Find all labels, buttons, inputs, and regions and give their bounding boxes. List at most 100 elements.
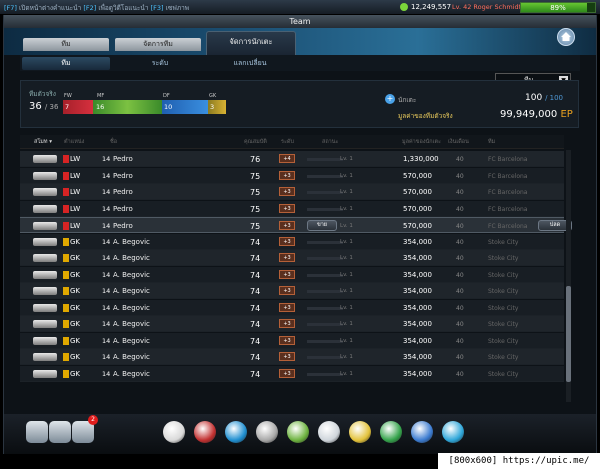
player-salary: 40 bbox=[456, 271, 464, 279]
tab-player-management[interactable]: จัดการนักเตะ bbox=[206, 31, 296, 55]
player-position: LW bbox=[70, 188, 81, 196]
whistle-icon[interactable] bbox=[163, 421, 185, 443]
jersey-icon[interactable] bbox=[411, 421, 433, 443]
table-row[interactable]: GK 14 A. Begovic 74 +3 Lv. 1 354,000 40 Stoke Ci… bbox=[20, 283, 564, 299]
df-label: DF bbox=[163, 93, 170, 99]
player-level: Lv. 1 bbox=[340, 304, 353, 311]
boots-icon[interactable] bbox=[225, 421, 247, 443]
position-color-marker bbox=[63, 303, 69, 312]
table-row[interactable]: LW 14 Pedro 75 +3 ขาย Lv. 1 570,000 40 FC Barcelo… bbox=[20, 217, 572, 233]
ball-icon[interactable] bbox=[194, 421, 216, 443]
status-bar bbox=[307, 339, 343, 343]
player-club: FC Barcelona bbox=[488, 223, 528, 230]
position-color-marker bbox=[63, 188, 69, 196]
col-salary[interactable]: เงินเดือน bbox=[448, 138, 469, 146]
tab-team[interactable]: ทีม bbox=[23, 38, 109, 51]
shop-cart-icon[interactable] bbox=[442, 421, 464, 443]
player-position: LW bbox=[70, 171, 81, 180]
row-action-button[interactable] bbox=[33, 222, 57, 230]
player-level: Lv. 1 bbox=[340, 288, 353, 294]
row-action-button[interactable] bbox=[33, 155, 57, 163]
player-ovr: 74 bbox=[250, 254, 261, 263]
upgrade-grade-badge: +3 bbox=[279, 236, 295, 246]
col-price[interactable]: มูลค่าของนักเตะ bbox=[402, 138, 441, 146]
status-bar bbox=[307, 356, 343, 359]
table-row[interactable]: GK 14 A. Begovic 74 +3 Lv. 1 354,000 40 Stoke Ci… bbox=[20, 266, 564, 283]
hint-text-1: เปิดหน้าต่างคำแนะนำ bbox=[19, 4, 82, 12]
add-capacity-button[interactable]: + bbox=[385, 94, 395, 104]
subtab-team[interactable]: ทีม bbox=[22, 57, 110, 70]
table-row[interactable]: LW 14 Pedro 75 +3 Lv. 1 570,000 40 FC Barcelona bbox=[20, 167, 564, 184]
tab-team-management[interactable]: จัดการทีม bbox=[115, 38, 201, 51]
table-row[interactable]: GK 14 A. Begovic 74 +3 Lv. 1 354,000 40 Stoke Ci… bbox=[20, 250, 564, 266]
table-row[interactable]: LW 14 Pedro 75 +3 Lv. 1 570,000 40 FC Barcelona bbox=[20, 200, 564, 217]
player-name: Pedro bbox=[113, 155, 133, 163]
player-position: GK bbox=[70, 254, 81, 262]
subtab-level[interactable]: ระดับ bbox=[116, 57, 204, 70]
position-color-marker bbox=[63, 254, 69, 262]
document-icon[interactable] bbox=[318, 421, 340, 443]
row-action-button[interactable] bbox=[33, 320, 57, 328]
table-row[interactable]: GK 14 A. Begovic 74 +3 Lv. 1 354,000 40 Stoke Ci… bbox=[20, 299, 564, 316]
table-row[interactable]: GK 14 A. Begovic 74 +3 Lv. 1 354,000 40 Stoke Ci… bbox=[20, 233, 564, 250]
cards-icon[interactable] bbox=[49, 421, 71, 443]
coin-bag-icon[interactable] bbox=[349, 421, 371, 443]
level-up-icon[interactable] bbox=[287, 421, 309, 443]
status-bar bbox=[307, 306, 343, 310]
table-row[interactable]: GK 14 A. Begovic 74 +3 Lv. 1 354,000 40 Stoke Ci… bbox=[20, 349, 564, 365]
table-row[interactable]: LW 14 Pedro 76 +4 Lv. 1 1,330,000 40 FC Barcelon… bbox=[20, 151, 564, 167]
row-action-button[interactable] bbox=[33, 237, 57, 246]
upgrade-grade-badge: +3 bbox=[279, 352, 295, 361]
row-action-button[interactable] bbox=[33, 287, 57, 295]
sell-button[interactable]: ขาย bbox=[307, 220, 337, 231]
scrollbar-thumb[interactable] bbox=[566, 286, 571, 382]
row-action-button[interactable] bbox=[33, 336, 57, 345]
col-ovr[interactable]: คุณสมบัติ bbox=[244, 138, 267, 146]
row-action-button[interactable] bbox=[33, 270, 57, 279]
col-sort[interactable]: สโมท ▾ bbox=[34, 138, 52, 146]
manager-level: Lv. 42 Roger Schmidt bbox=[452, 3, 522, 11]
player-position: GK bbox=[70, 336, 81, 345]
player-salary: 40 bbox=[456, 238, 464, 246]
table-row[interactable]: GK 14 A. Begovic 74 +3 Lv. 1 354,000 40 Stoke Ci… bbox=[20, 332, 564, 349]
window-title: Team bbox=[4, 15, 596, 28]
exp-progress-text: 89% bbox=[550, 4, 566, 12]
col-status[interactable]: สถานะ bbox=[322, 138, 339, 146]
player-level: Lv. 1 bbox=[340, 354, 353, 360]
player-name: A. Begovic bbox=[113, 336, 150, 345]
player-position: LW bbox=[70, 204, 81, 213]
table-row[interactable]: GK 14 A. Begovic 74 +3 Lv. 1 354,000 40 Stoke Ci… bbox=[20, 365, 564, 382]
row-action-button[interactable] bbox=[33, 353, 57, 361]
row-action-button[interactable] bbox=[33, 188, 57, 196]
table-row[interactable]: LW 14 Pedro 75 +3 Lv. 1 570,000 40 FC Barcelona bbox=[20, 184, 564, 200]
player-price: 354,000 bbox=[403, 320, 432, 328]
home-button[interactable] bbox=[557, 28, 575, 46]
player-salary: 40 bbox=[456, 354, 464, 361]
player-name: Pedro bbox=[113, 204, 133, 213]
badge-icon[interactable] bbox=[380, 421, 402, 443]
player-club: Stoke City bbox=[488, 271, 519, 279]
player-club: Stoke City bbox=[488, 337, 519, 345]
table-row[interactable]: GK 14 A. Begovic 74 +3 Lv. 1 354,000 40 Stoke Ci… bbox=[20, 316, 564, 332]
player-price: 1,330,000 bbox=[403, 155, 439, 163]
col-grade[interactable]: ระดับ bbox=[281, 138, 294, 146]
row-action-button[interactable] bbox=[33, 204, 57, 213]
row-action-button[interactable] bbox=[33, 171, 57, 180]
coin-icon bbox=[400, 3, 408, 11]
subtab-exchange[interactable]: แลกเปลี่ยน bbox=[206, 57, 294, 70]
row-action-button[interactable] bbox=[33, 303, 57, 312]
col-position[interactable]: ตำแหน่ง bbox=[64, 138, 84, 146]
row-action-button[interactable] bbox=[33, 369, 57, 378]
col-club[interactable]: ทีม bbox=[488, 138, 495, 146]
trophy-icon[interactable] bbox=[256, 421, 278, 443]
position-color-marker bbox=[63, 369, 69, 378]
status-bar bbox=[307, 323, 343, 326]
status-bar bbox=[307, 257, 343, 260]
player-level: Lv. 1 bbox=[340, 223, 353, 229]
profile-icon[interactable] bbox=[26, 421, 48, 443]
row-action-button[interactable] bbox=[33, 254, 57, 262]
player-position: GK bbox=[70, 287, 81, 295]
position-color-marker bbox=[63, 287, 69, 295]
col-name[interactable]: ชื่อ bbox=[110, 138, 117, 146]
player-ovr: 75 bbox=[250, 171, 261, 181]
